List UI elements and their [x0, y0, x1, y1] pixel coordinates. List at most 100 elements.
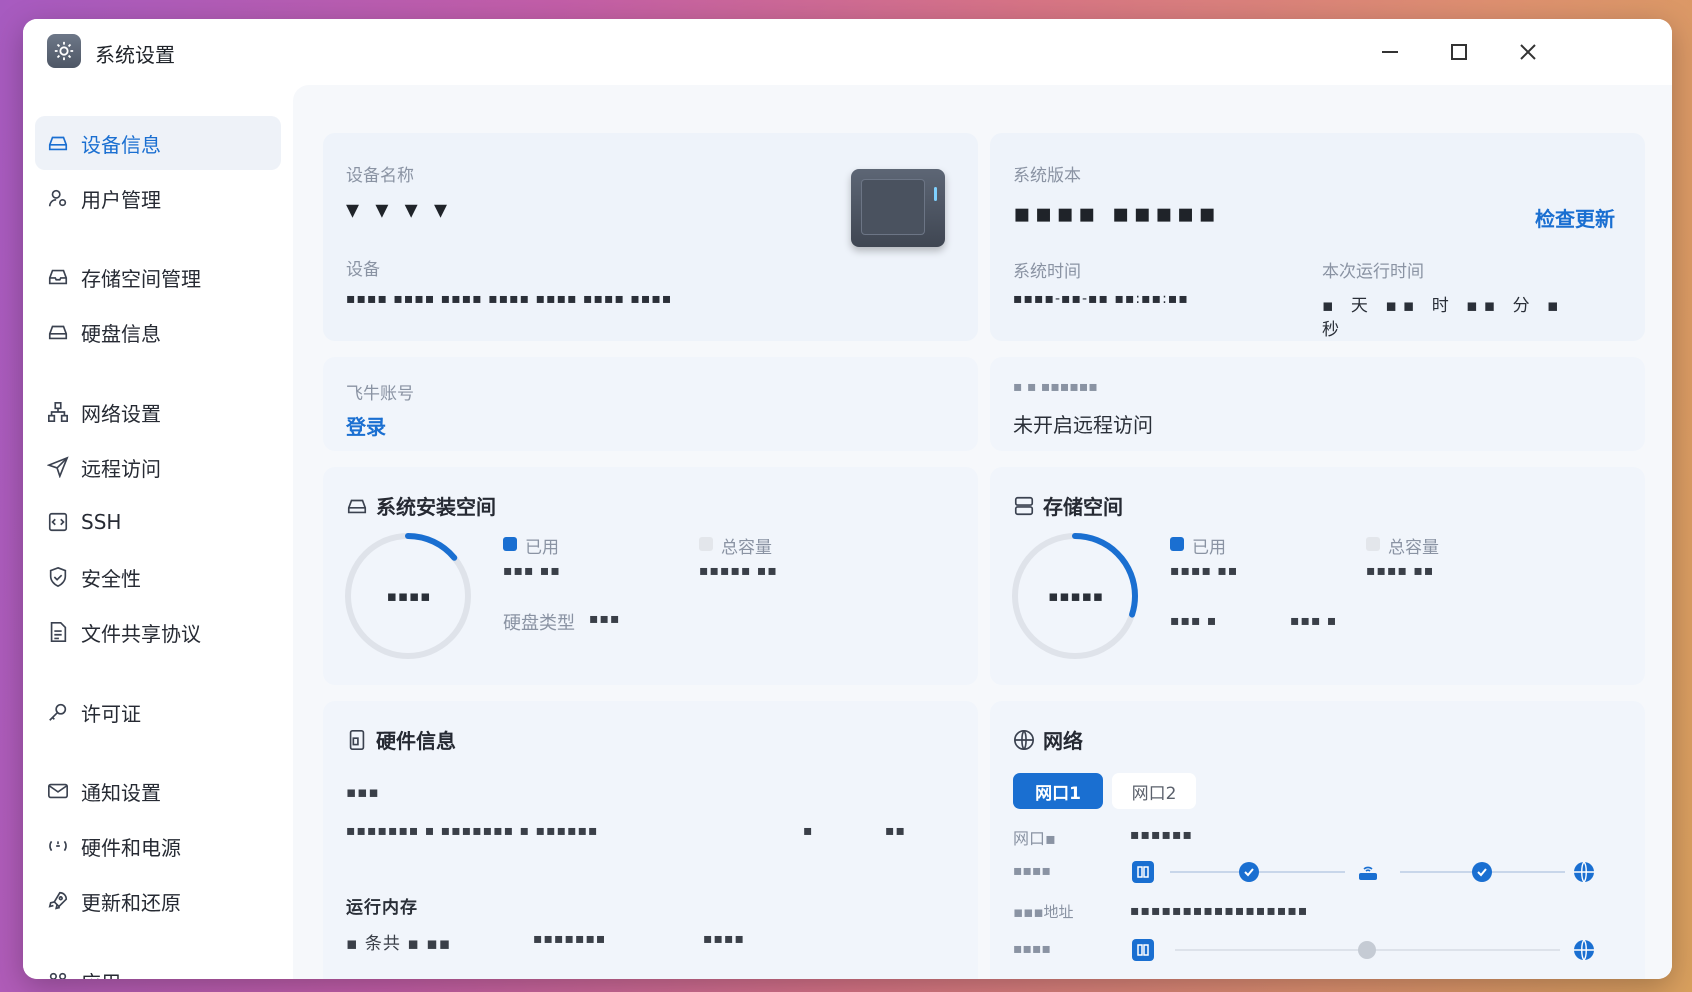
used-label: 已用 [525, 538, 559, 558]
sidebar-item-label: 设备信息 [81, 132, 161, 157]
login-link[interactable]: 登录 [346, 411, 386, 440]
gear-icon [47, 34, 81, 68]
check-icon [1472, 862, 1492, 882]
address-row-label: ▪▪▪地址 [1013, 903, 1074, 921]
hdd-icon [347, 499, 367, 513]
hdd-icon [47, 132, 69, 154]
total-value: ▪▪▪▪▪ ▪▪ [699, 563, 778, 579]
user-gear-icon [47, 187, 69, 209]
sidebar-item-license[interactable]: 许可证 [35, 685, 281, 739]
cpu-extra-1: ▪ [803, 823, 814, 839]
close-icon [1520, 44, 1536, 60]
system-space-center-value: ▪▪▪▪ [386, 587, 432, 605]
sidebar-item-label: 安全性 [81, 566, 141, 591]
system-time-value: ▪▪▪▪-▪▪-▪▪ ▪▪:▪▪:▪▪ [1013, 291, 1189, 307]
router-icon [1357, 861, 1379, 883]
sidebar-item-network[interactable]: 网络设置 [35, 385, 281, 439]
hardware-title: 硬件信息 [346, 725, 456, 754]
used-value: ▪▪▪▪ ▪▪ [1170, 563, 1239, 579]
sidebar-item-storage[interactable]: 存储空间管理 [35, 250, 281, 304]
close-button[interactable] [1513, 37, 1543, 67]
account-card: 飞牛账号 登录 [323, 357, 978, 451]
sidebar-item-label: 许可证 [81, 701, 141, 726]
maximize-button[interactable] [1444, 37, 1474, 67]
sidebar-item-update-restore[interactable]: 更新和还原 [35, 874, 281, 928]
network-title: 网络 [1013, 725, 1083, 754]
terminal-icon [47, 511, 69, 533]
network-title-text: 网络 [1043, 729, 1083, 753]
used-legend-swatch [1170, 537, 1184, 551]
nas-icon [1132, 861, 1154, 883]
device-model-value: ▪▪▪▪ ▪▪▪▪ ▪▪▪▪ ▪▪▪▪ ▪▪▪▪ ▪▪▪▪ ▪▪▪▪ [346, 291, 673, 307]
storage-space-center-value: ▪▪▪▪▪ [1048, 587, 1104, 605]
storage-icon [47, 266, 69, 288]
nas-device-image [851, 169, 945, 247]
storage-extra-1: ▪▪▪ ▪ [1170, 613, 1218, 629]
storage-space-title: 存储空间 [1013, 491, 1123, 520]
uptime-seconds-label: 秒 [1322, 320, 1340, 340]
sidebar-item-remote-access[interactable]: 远程访问 [35, 440, 281, 494]
check-update-link[interactable]: 检查更新 [1535, 203, 1615, 232]
nas-icon [1132, 939, 1154, 961]
sidebar-item-label: 网络设置 [81, 401, 161, 426]
title-bar: 系统设置 [23, 19, 1672, 85]
status-dot [1358, 941, 1376, 959]
device-model-label: 设备 [346, 260, 380, 280]
sidebar-item-label: 存储空间管理 [81, 266, 201, 291]
mail-icon [47, 780, 69, 802]
tab-port-1[interactable]: 网口1 [1013, 773, 1103, 809]
sidebar-item-ssh[interactable]: SSH [35, 495, 281, 549]
system-space-title-text: 系统安装空间 [376, 495, 496, 519]
remote-access-card: ▪ ▪ ▪▪▪▪▪▪ 未开启远程访问 [990, 357, 1645, 451]
sidebar-item-label: SSH [81, 510, 122, 534]
used-legend-swatch [503, 537, 517, 551]
disk-type-label: 硬盘类型 [503, 613, 575, 634]
uptime-value: ▪ 天 ▪▪ 时 ▪▪ 分 ▪ [1322, 296, 1565, 316]
tab-port-2[interactable]: 网口2 [1112, 773, 1196, 809]
system-space-card: 系统安装空间 ▪▪▪▪ 已用 ▪▪▪ ▪▪ 总容量 ▪▪▪▪▪ ▪▪ 硬盘类型 … [323, 467, 978, 685]
sidebar-item-label: 用户管理 [81, 187, 161, 212]
remote-access-label: ▪ ▪ ▪▪▪▪▪▪ [1013, 379, 1098, 395]
remote-access-status: 未开启远程访问 [1013, 413, 1153, 437]
network-icon [47, 401, 69, 423]
sidebar-item-label: 硬件和电源 [81, 835, 181, 860]
sidebar-item-file-sharing[interactable]: 文件共享协议 [35, 605, 281, 659]
address-row-value: ▪▪▪▪▪▪▪▪▪▪▪▪▪▪▪▪▪ [1130, 903, 1309, 919]
sidebar-item-label: 应用 [81, 967, 121, 980]
sidebar-item-users[interactable]: 用户管理 [35, 171, 281, 225]
device-icon [349, 729, 365, 750]
device-name-value: ▾ ▾ ▾ ▾ [346, 195, 451, 225]
sidebar-item-label: 硬盘信息 [81, 321, 161, 346]
system-time-label: 系统时间 [1013, 262, 1081, 282]
storage-icon [1014, 496, 1034, 515]
hardware-card: 硬件信息 ▪▪▪ ▪▪▪▪▪▪▪ ▪ ▪▪▪▪▪▪▪ ▪ ▪▪▪▪▪▪ ▪ ▪▪… [323, 701, 978, 979]
key-icon [47, 701, 69, 723]
shield-icon [47, 566, 69, 588]
link-row-label: ▪▪▪▪ [1013, 863, 1051, 879]
sidebar-item-apps[interactable]: 应用 [35, 954, 281, 979]
power-icon [47, 835, 69, 857]
sidebar-item-device-info[interactable]: 设备信息 [35, 116, 281, 170]
document-icon [47, 621, 69, 643]
sidebar-item-hardware-power[interactable]: 硬件和电源 [35, 819, 281, 873]
sidebar-item-notifications[interactable]: 通知设置 [35, 764, 281, 818]
minimize-button[interactable] [1375, 37, 1405, 67]
sidebar-item-security[interactable]: 安全性 [35, 550, 281, 604]
send-icon [47, 456, 69, 478]
sidebar-item-label: 文件共享协议 [81, 621, 201, 646]
check-icon [1239, 862, 1259, 882]
port-value: ▪▪▪▪▪▪ [1130, 827, 1193, 843]
storage-extra-2: ▪▪▪ ▪ [1290, 613, 1338, 629]
total-label: 总容量 [1388, 538, 1439, 558]
internet-globe-icon [1572, 938, 1596, 962]
internet-globe-icon [1572, 860, 1596, 884]
disk-type-value: ▪▪▪ [589, 611, 621, 627]
memory-extra-2: ▪▪▪▪ [703, 931, 745, 947]
network-card: 网络 网口1 网口2 网口▪ ▪▪▪▪▪▪ ▪▪▪▪ ▪▪▪地址 ▪▪▪▪▪▪▪… [990, 701, 1645, 979]
sidebar-item-disks[interactable]: 硬盘信息 [35, 305, 281, 359]
sidebar-item-label: 通知设置 [81, 780, 161, 805]
system-version-label: 系统版本 [1013, 166, 1081, 186]
link-row-2-label: ▪▪▪▪ [1013, 941, 1051, 957]
memory-value: ▪ 条共 ▪ ▪▪ [346, 934, 452, 954]
globe-icon [1014, 729, 1034, 750]
